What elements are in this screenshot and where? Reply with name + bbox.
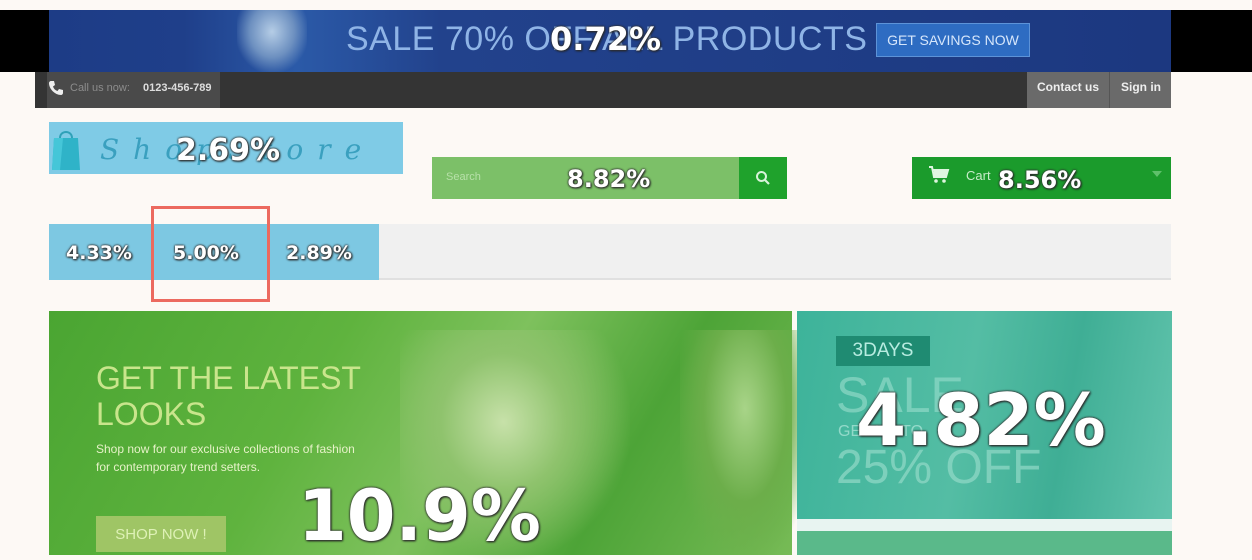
phone-label: Call us now: [70,82,130,94]
promo-percentage-label: 4.82% [856,378,1106,462]
search-button[interactable] [739,157,787,199]
promo-badge: 3DAYS [836,336,930,366]
highlight-box [151,206,270,302]
hero-model-image [680,330,810,555]
nav-divider [1109,72,1110,108]
menu-item[interactable]: 2.89% [286,242,352,264]
hero-title: GET THE LATEST LOOKS [96,360,361,432]
phone-icon [49,81,63,95]
banner-model-image [237,10,307,72]
hero-percentage-label: 10.9% [298,475,541,557]
chevron-down-icon[interactable] [1152,171,1162,177]
shop-now-button[interactable]: SHOP NOW ! [96,516,226,552]
sign-in-link[interactable]: Sign in [1121,80,1161,94]
contact-us-link[interactable]: Contact us [1037,80,1099,94]
get-savings-button[interactable]: GET SAVINGS NOW [876,23,1030,57]
menu-item[interactable]: 4.33% [66,242,132,264]
secondary-promo-banner[interactable] [797,531,1172,555]
banner-percentage-label: 0.72% [550,20,662,58]
search-percentage-label: 8.82% [567,165,651,193]
cart-label: Cart [966,168,991,183]
cart-percentage-label: 8.56% [998,166,1082,194]
phone-number: 0123-456-789 [143,82,212,94]
search-placeholder: Search [446,171,481,183]
cart-icon [929,166,950,183]
shopping-bag-icon [52,131,80,170]
search-icon [756,171,770,185]
logo-percentage-label: 2.69% [176,133,281,168]
hero-description: Shop now for our exclusive collections o… [96,442,355,474]
